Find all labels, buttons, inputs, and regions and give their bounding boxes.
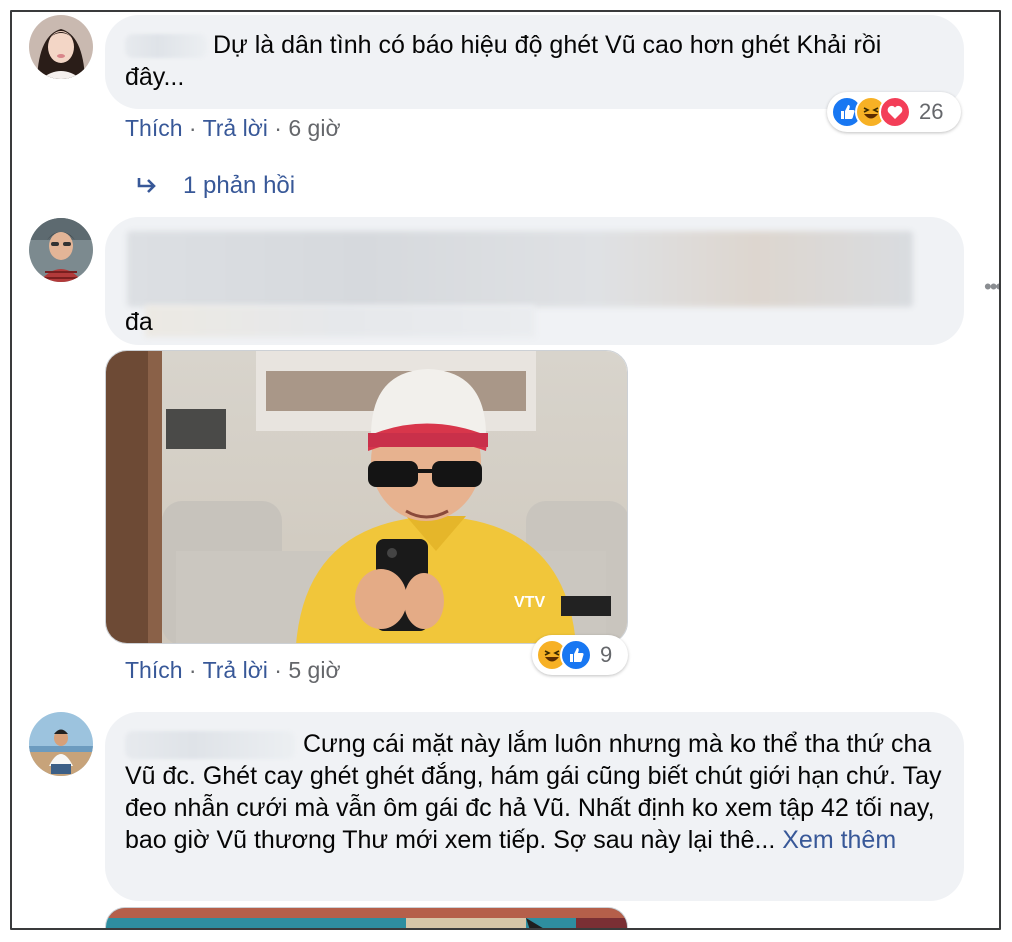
comment-text-fragment: đa [125,308,153,336]
like-icon [560,639,592,671]
comment-photo[interactable]: VTV [105,350,628,644]
like-link[interactable]: Thích [125,115,183,141]
reaction-count: 9 [600,642,613,667]
comment-actions: Thích · Trả lời · 5 giờ [125,657,341,684]
reply-link[interactable]: Trả lời [203,115,268,141]
reply-link[interactable]: Trả lời [203,657,268,683]
comment-bubble: Cưng cái mặt này lắm luôn nhưng mà ko th… [105,712,964,901]
view-replies-link[interactable]: 1 phản hồi [135,172,295,200]
like-link[interactable]: Thích [125,657,183,683]
more-options-icon[interactable]: ••• [984,274,999,300]
comment-bubble: đa [105,217,964,345]
dot-separator: · [274,657,289,683]
comment-text: Dự là dân tình có báo hiệu độ ghét Vũ ca… [125,31,882,91]
avatar[interactable] [29,218,93,282]
redacted-text-block [127,231,913,307]
love-icon [879,96,911,128]
comment-photo[interactable] [105,907,628,928]
replies-count-label: 1 phản hồi [183,172,296,199]
reply-arrow-icon [137,178,156,193]
photo-watermark: VTV [514,594,545,611]
see-more-link[interactable]: Xem thêm [782,826,896,854]
dot-separator: · [188,115,203,141]
commenter-name-redacted[interactable] [125,34,207,59]
avatar[interactable] [29,15,93,79]
reaction-summary[interactable]: 26 [827,92,961,132]
reaction-summary[interactable]: 9 [532,635,628,675]
redacted-text-line [145,305,535,337]
comment-actions: Thích · Trả lời · 6 giờ [125,115,341,142]
comment-time[interactable]: 6 giờ [288,115,340,141]
reaction-count: 26 [919,99,944,124]
comments-frame: Dự là dân tình có báo hiệu độ ghét Vũ ca… [10,10,1001,930]
dot-separator: · [188,657,203,683]
commenter-name-redacted[interactable] [125,731,295,760]
avatar[interactable] [29,712,93,776]
dot-separator: · [274,115,289,141]
comment-time[interactable]: 5 giờ [288,657,340,683]
